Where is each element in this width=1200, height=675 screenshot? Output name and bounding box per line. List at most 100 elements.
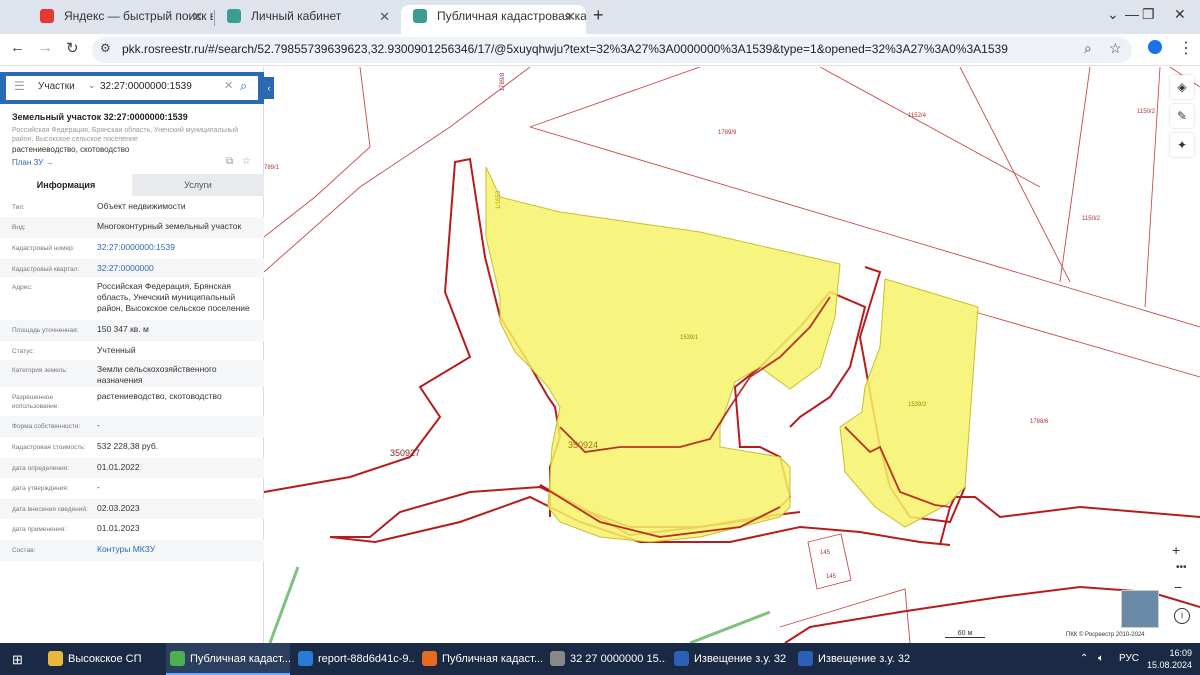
quarter-label: 350927 bbox=[390, 448, 421, 458]
attribute-row: Адрес: Российская Федерация, Брянская обл… bbox=[0, 277, 264, 320]
parcel-1150-2-boundary bbox=[959, 67, 1071, 283]
attribute-key: Кадастровый номер: bbox=[12, 245, 75, 252]
attribute-key: Категория земель: bbox=[12, 367, 68, 374]
close-window-button[interactable]: ✕ bbox=[1174, 6, 1186, 23]
attribute-value: 532 228,38 руб. bbox=[97, 441, 159, 451]
new-tab-button[interactable]: + bbox=[593, 5, 604, 26]
basemap-switch-thumbnail[interactable] bbox=[1121, 590, 1159, 628]
share-icon[interactable]: ⧉ bbox=[226, 156, 233, 167]
tab-yandex[interactable]: Яндекс — быстрый поиск в и ✕ bbox=[28, 5, 213, 34]
close-tab-icon[interactable]: ✕ bbox=[565, 5, 576, 28]
parcel-line bbox=[819, 67, 1041, 188]
browser-menu-icon[interactable]: ⋮ bbox=[1178, 38, 1194, 58]
taskbar-app-button[interactable]: Публичная кадаст... bbox=[166, 643, 290, 675]
taskbar-app-button[interactable]: Высокское СП bbox=[44, 643, 162, 675]
volume-icon[interactable]: 🔈︎ bbox=[1098, 643, 1104, 675]
attribute-key: Адрес: bbox=[12, 284, 33, 291]
bookmark-star-icon[interactable]: ☆ bbox=[1109, 40, 1122, 57]
rosreestr-favicon-icon bbox=[227, 9, 241, 23]
parcel-1539-1-fill[interactable] bbox=[485, 166, 841, 543]
search-input[interactable]: 32:27:0000000:1539 bbox=[100, 81, 192, 92]
minimize-button[interactable]: — bbox=[1125, 6, 1139, 22]
tray-chevron-icon[interactable]: ⌃ bbox=[1080, 643, 1088, 675]
zoom-out-button[interactable]: − bbox=[1174, 579, 1182, 595]
app-icon bbox=[298, 651, 313, 666]
attribute-row: дата применения: 01.01.2023 bbox=[0, 519, 264, 540]
app-icon bbox=[48, 651, 63, 666]
attribute-value: Многоконтурный земельный участок bbox=[97, 221, 242, 231]
attribute-value: Российская Федерация, Брянская область, … bbox=[97, 281, 250, 313]
search-type-select[interactable]: Участки bbox=[38, 81, 75, 92]
taskbar-app-button[interactable]: report-88d6d41c-9... bbox=[294, 643, 414, 675]
close-tab-icon[interactable]: ✕ bbox=[192, 5, 203, 28]
favorite-star-icon[interactable]: ☆ bbox=[242, 156, 251, 167]
attribute-row: дата определения: 01.01.2022 bbox=[0, 458, 264, 478]
parcel-address-short: Российская Федерация, Брянская область, … bbox=[12, 127, 239, 143]
layers-button[interactable]: ◈ bbox=[1170, 75, 1194, 99]
zoom-steps[interactable]: ••• bbox=[1176, 562, 1187, 573]
taskbar-app-label: Извещение з.у. 32 ... bbox=[818, 653, 914, 665]
plan-link[interactable]: План ЗУ → bbox=[12, 158, 54, 167]
taskbar-app-button[interactable]: 32 27 0000000 15... bbox=[546, 643, 666, 675]
map-label: 1/1653 bbox=[496, 190, 503, 210]
chevron-down-icon[interactable]: ⌄ bbox=[88, 80, 96, 91]
taskbar-app-button[interactable]: Извещение з.у. 32 ... bbox=[794, 643, 914, 675]
clear-icon[interactable]: ✕ bbox=[224, 79, 233, 92]
attribute-row: Состав: Контуры МКЗУ bbox=[0, 540, 264, 561]
map-label: 145 bbox=[820, 550, 831, 556]
windows-taskbar: ⊞ Высокское СП Публичная кадаст... report-… bbox=[0, 643, 1200, 675]
maximize-button[interactable]: ❐ bbox=[1142, 6, 1155, 23]
ruler-button[interactable]: ✎ bbox=[1170, 104, 1194, 128]
info-button[interactable]: i bbox=[1174, 608, 1190, 624]
layers-icon: ◈ bbox=[1177, 80, 1187, 94]
scale-bar: 60 м bbox=[945, 630, 985, 638]
close-tab-icon[interactable]: ✕ bbox=[379, 5, 390, 28]
tab-search-icon[interactable]: ⌄ bbox=[1107, 6, 1119, 23]
collapse-panel-button[interactable]: ‹ bbox=[264, 77, 274, 99]
copyright-text: ПКК © Росреестр 2010-2024 bbox=[1066, 632, 1145, 638]
zoom-magnifier-icon[interactable]: ⌕ bbox=[1084, 40, 1092, 57]
attribute-value: - bbox=[97, 482, 100, 492]
site-settings-icon[interactable]: ⚙ bbox=[100, 41, 111, 55]
app-icon bbox=[422, 651, 437, 666]
menu-icon[interactable]: ☰ bbox=[14, 79, 25, 93]
locate-button[interactable]: ✦ bbox=[1170, 133, 1194, 157]
taskbar-app-label: Высокское СП bbox=[68, 653, 142, 665]
search-icon[interactable]: ⌕ bbox=[240, 78, 247, 94]
taskbar-app-label: Публичная кадаст... bbox=[190, 653, 290, 665]
zoom-in-button[interactable]: + bbox=[1172, 542, 1180, 558]
tab-services[interactable]: Услуги bbox=[132, 174, 264, 196]
back-arrow-icon[interactable]: ← bbox=[10, 39, 25, 56]
yandex-favicon-icon bbox=[40, 9, 54, 23]
attribute-value[interactable]: 32:27:0000000 bbox=[97, 263, 257, 274]
parcel-actions: ⧉ ☆ bbox=[226, 156, 251, 167]
parcel-line bbox=[974, 311, 1200, 378]
tab-cadastral-map[interactable]: Публичная кадастровая карта ✕ bbox=[401, 5, 586, 34]
forward-arrow-icon[interactable]: → bbox=[38, 39, 53, 56]
url-text[interactable]: pkk.rosreestr.ru/#/search/52.79855739639… bbox=[122, 42, 1008, 56]
tab-information[interactable]: Информация bbox=[0, 174, 132, 196]
map-label: 145 bbox=[826, 574, 837, 580]
taskbar-app-button[interactable]: Публичная кадаст... bbox=[418, 643, 542, 675]
attribute-key: Площадь уточненная: bbox=[12, 327, 79, 334]
system-clock[interactable]: 16:09 15.08.2024 bbox=[1147, 647, 1192, 671]
attribute-value[interactable]: Контуры МКЗУ bbox=[97, 544, 257, 555]
profile-avatar-icon[interactable] bbox=[1148, 40, 1162, 54]
panel-tabs: Информация Услуги bbox=[0, 174, 264, 196]
search-field[interactable]: ☰ Участки ⌄ 32:27:0000000:1539 ✕ ⌕ bbox=[6, 76, 258, 100]
rosreestr-favicon-icon bbox=[413, 9, 427, 23]
taskbar-app-button[interactable]: Извещение з.у. 32 ... bbox=[670, 643, 790, 675]
map-label: 1788/6 bbox=[1030, 419, 1049, 425]
attribute-row: Вид: Многоконтурный земельный участок bbox=[0, 217, 264, 238]
reload-icon[interactable]: ↻ bbox=[66, 39, 79, 57]
windows-start-icon[interactable]: ⊞ bbox=[12, 652, 23, 668]
tab-title: Публичная кадастровая карта bbox=[437, 9, 586, 23]
attribute-value: Объект недвижимости bbox=[97, 201, 186, 211]
map-label: 1150/2 bbox=[1137, 109, 1155, 115]
attribute-value[interactable]: 32:27:0000000:1539 bbox=[97, 242, 257, 253]
language-indicator[interactable]: РУС bbox=[1119, 643, 1139, 675]
map-label: 1152/4 bbox=[908, 113, 926, 119]
omnibox[interactable]: ⚙ pkk.rosreestr.ru/#/search/52.798557396… bbox=[92, 37, 1132, 63]
green-line bbox=[689, 610, 771, 643]
tab-personal-cabinet[interactable]: Личный кабинет ✕ bbox=[215, 5, 400, 34]
